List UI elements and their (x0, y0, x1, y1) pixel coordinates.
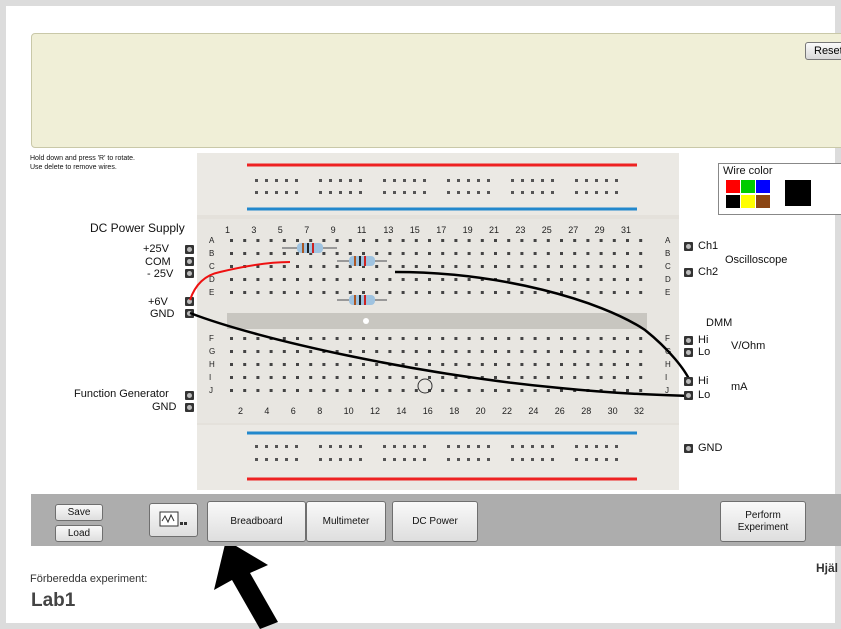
lab-name[interactable]: Lab1 (31, 590, 75, 612)
color-swatch[interactable] (756, 180, 770, 193)
wire-red[interactable] (189, 261, 291, 301)
label-lo-ma: Lo (698, 389, 711, 401)
label-ma: mA (731, 381, 748, 393)
color-swatch[interactable] (726, 180, 740, 193)
multimeter-button[interactable]: Multimeter (306, 501, 386, 542)
dc-power-button[interactable]: DC Power (392, 501, 478, 542)
terminal-gnd-right[interactable] (684, 444, 693, 453)
breadboard-button[interactable]: Breadboard (207, 501, 306, 542)
color-swatch[interactable] (756, 195, 770, 208)
load-button[interactable]: Load (55, 525, 103, 542)
label-gnd-right: GND (698, 442, 723, 454)
color-swatch[interactable] (726, 195, 740, 208)
terminal-ch1[interactable] (684, 242, 693, 251)
terminal-vohm-hi[interactable] (684, 336, 693, 345)
save-button[interactable]: Save (55, 504, 103, 521)
perform-label-1: Perform (745, 510, 781, 521)
color-swatch[interactable] (741, 195, 755, 208)
label-oscilloscope: Oscilloscope (725, 254, 788, 266)
oscilloscope-button[interactable] (149, 503, 198, 537)
oscilloscope-icon (159, 511, 187, 527)
terminal-ch2[interactable] (684, 268, 693, 277)
wire-black[interactable] (189, 311, 691, 398)
selected-color-swatch (785, 180, 811, 206)
color-swatch[interactable] (741, 180, 755, 193)
wire-black[interactable] (394, 270, 692, 382)
arrow-annotation (214, 540, 278, 629)
label-hi-ma: Hi (698, 375, 709, 387)
help-link[interactable]: Hjäl (816, 561, 838, 575)
wire-color-title: Wire color (723, 165, 773, 177)
perform-experiment-button[interactable]: Perform Experiment (720, 501, 806, 542)
label-dmm: DMM (706, 317, 733, 329)
label-hi-vohm: Hi (698, 334, 709, 346)
label-vohm: V/Ohm (731, 340, 766, 352)
terminal-vohm-lo[interactable] (684, 348, 693, 357)
prepared-experiments-label: Förberedda experiment: (30, 573, 148, 585)
terminal-ma-hi[interactable] (684, 377, 693, 386)
label-ch2: Ch2 (698, 266, 719, 278)
wire-color-picker: Wire color (718, 163, 841, 215)
terminal-ma-lo[interactable] (684, 391, 693, 400)
label-lo-vohm: Lo (698, 346, 711, 358)
perform-label-2: Experiment (737, 522, 789, 533)
label-ch1: Ch1 (698, 240, 719, 252)
